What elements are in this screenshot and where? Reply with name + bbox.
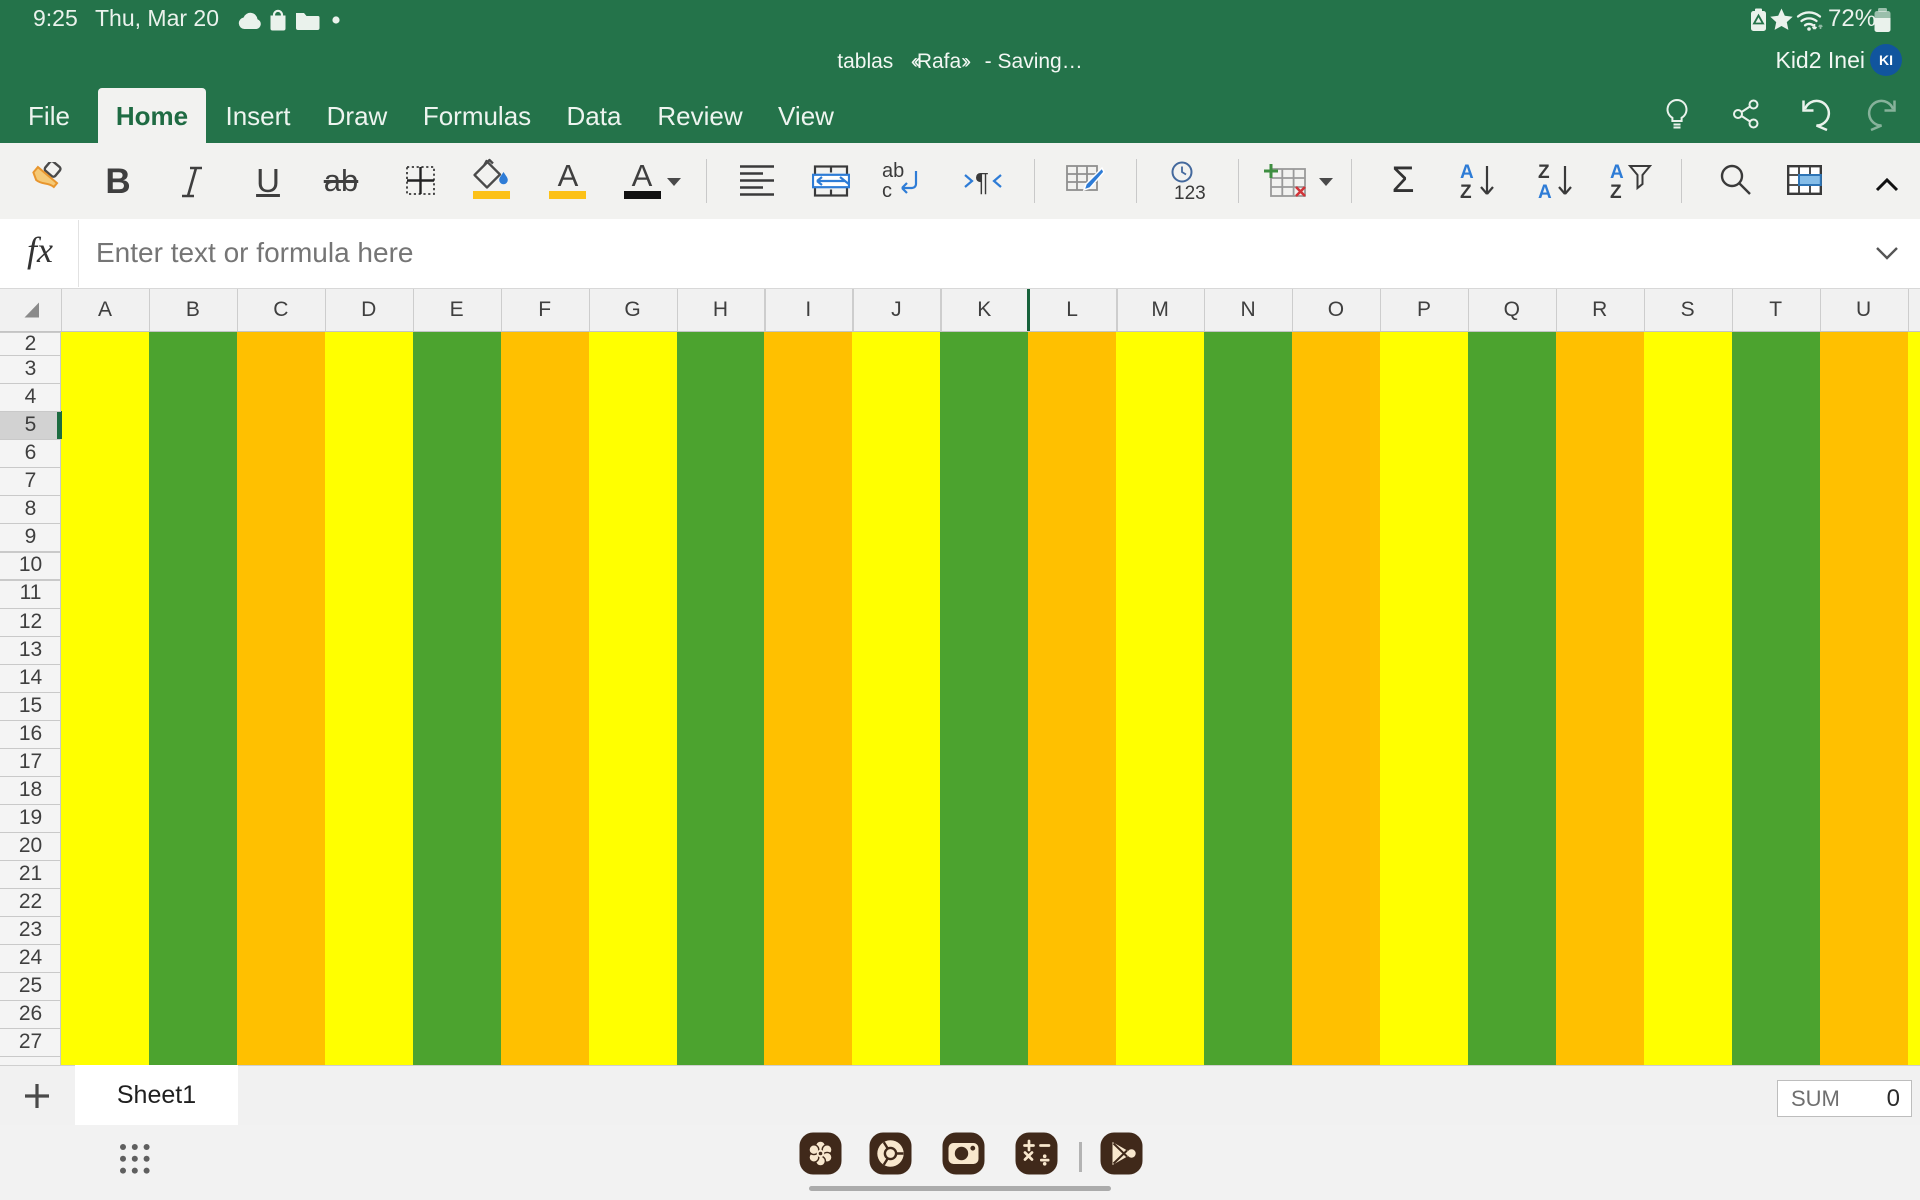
svg-text:123: 123	[1174, 183, 1206, 202]
svg-text:c: c	[882, 180, 892, 201]
svg-text:¶: ¶	[975, 167, 989, 197]
svg-text:A: A	[1610, 162, 1624, 183]
svg-text:A: A	[1538, 182, 1552, 200]
svg-text:A: A	[1460, 162, 1474, 183]
svg-text:Z: Z	[1538, 162, 1550, 183]
svg-text:ab: ab	[882, 161, 904, 182]
svg-text:Z: Z	[1460, 182, 1472, 200]
svg-text:Z: Z	[1610, 182, 1622, 200]
